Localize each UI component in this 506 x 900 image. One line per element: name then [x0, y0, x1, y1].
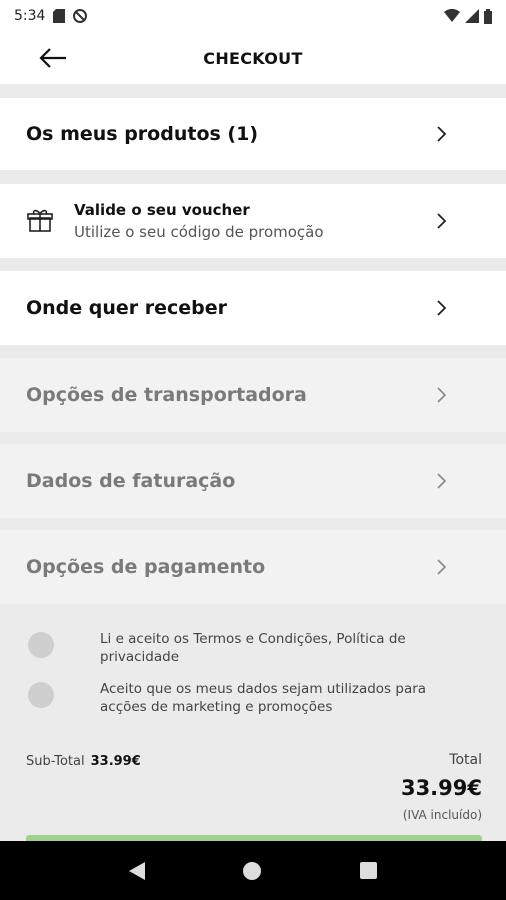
chevron-right-icon [437, 300, 447, 316]
chevron-right-icon [437, 213, 447, 229]
signal-icon [465, 9, 479, 23]
row-delivery-address[interactable]: Onde quer receber [0, 271, 506, 345]
nav-back-icon[interactable] [129, 861, 146, 880]
terms-checkbox[interactable] [28, 632, 54, 658]
gift-icon [27, 209, 53, 232]
subtotal: Sub-Total 33.99€ [26, 754, 141, 769]
subtotal-value: 33.99€ [90, 754, 141, 769]
my-products-label: Os meus produtos (1) [26, 123, 259, 145]
billing-label: Dados de faturação [26, 470, 236, 492]
system-nav-bar [0, 841, 506, 900]
vat-note: (IVA incluído) [402, 808, 482, 822]
carrier-label: Opções de transportadora [26, 384, 307, 406]
status-bar: 5:34 [0, 0, 506, 32]
wifi-icon [444, 9, 460, 22]
sim-card-icon [53, 9, 66, 23]
do-not-disturb-icon [73, 9, 88, 23]
total-value: 33.99€ [400, 776, 482, 800]
marketing-checkbox[interactable] [28, 682, 54, 708]
status-time: 5:34 [14, 8, 46, 24]
marketing-text: Aceito que os meus dados sejam utilizado… [100, 681, 427, 715]
delivery-label: Onde quer receber [26, 297, 228, 319]
page-title: CHECKOUT [203, 48, 303, 68]
row-payment-options[interactable]: Opções de pagamento [0, 530, 506, 604]
terms-consent: Li e aceito os Termos e Condições, Polít… [28, 630, 468, 666]
voucher-subtitle: Utilize o seu código de promoção [74, 223, 324, 241]
arrow-left-icon[interactable] [38, 46, 68, 70]
row-voucher[interactable]: Valide o seu voucher Utilize o seu códig… [0, 184, 506, 258]
row-billing-details[interactable]: Dados de faturação [0, 444, 506, 518]
nav-recents-icon[interactable] [359, 862, 377, 879]
total-label: Total [449, 752, 482, 768]
chevron-right-icon [437, 126, 447, 142]
subtotal-label: Sub-Total [26, 754, 85, 769]
payment-label: Opções de pagamento [26, 556, 266, 578]
terms-text: Li e aceito os Termos e Condições, Polít… [100, 631, 406, 665]
nav-home-icon[interactable] [243, 861, 262, 880]
row-my-products[interactable]: Os meus produtos (1) [0, 98, 506, 170]
app-bar: CHECKOUT [0, 32, 506, 84]
totals-section: Sub-Total 33.99€ Total 33.99€ (IVA incluí… [0, 748, 506, 840]
row-carrier-options[interactable]: Opções de transportadora [0, 358, 506, 432]
battery-icon [484, 8, 492, 24]
voucher-title: Valide o seu voucher [74, 201, 250, 219]
chevron-right-icon [437, 473, 447, 489]
chevron-right-icon [437, 559, 447, 575]
marketing-consent: Aceito que os meus dados sejam utilizado… [28, 680, 468, 716]
chevron-right-icon [437, 387, 447, 403]
